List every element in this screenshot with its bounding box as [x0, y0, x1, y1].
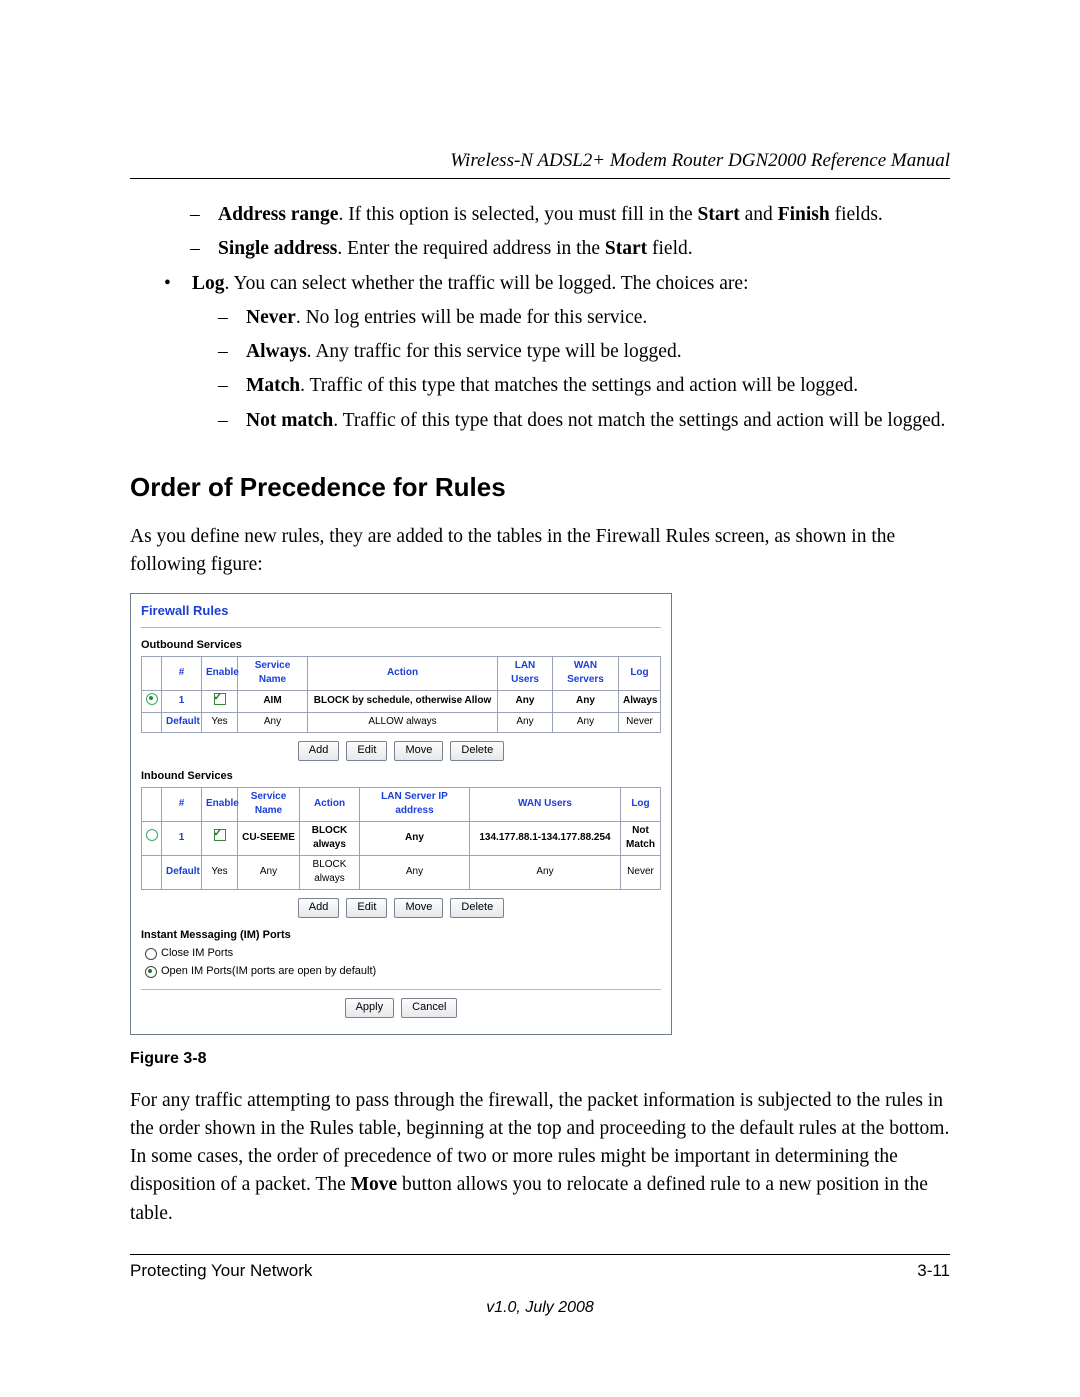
- checkbox-icon: [214, 693, 226, 705]
- im-label: Instant Messaging (IM) Ports: [141, 928, 661, 944]
- row-radio[interactable]: [142, 821, 162, 855]
- header-rule: [130, 178, 950, 179]
- col-log: Log: [619, 656, 661, 690]
- running-header: Wireless-N ADSL2+ Modem Router DGN2000 R…: [130, 150, 950, 172]
- body: Address range. If this option is selecte…: [130, 201, 950, 1228]
- footer: Protecting Your Network 3-11 v1.0, July …: [130, 1254, 950, 1317]
- cancel-button[interactable]: Cancel: [401, 998, 457, 1018]
- col-service: Service Name: [238, 656, 308, 690]
- im-close-option[interactable]: Close IM Ports: [145, 946, 661, 962]
- list-log-options: Never. No log entries will be made for t…: [192, 304, 950, 435]
- row-enable[interactable]: [202, 821, 238, 855]
- footer-version: v1.0, July 2008: [130, 1299, 950, 1317]
- edit-button[interactable]: Edit: [346, 741, 387, 761]
- col-action: Action: [308, 656, 498, 690]
- edit-button[interactable]: Edit: [346, 898, 387, 918]
- row-radio[interactable]: [142, 690, 162, 713]
- inbound-table: # Enable Service Name Action LAN Server …: [141, 787, 661, 890]
- intro-paragraph: As you define new rules, they are added …: [130, 523, 950, 580]
- checkbox-icon: [214, 829, 226, 841]
- section-heading: Order of Precedence for Rules: [130, 469, 950, 507]
- radio-icon: [145, 948, 157, 960]
- outbound-table: # Enable Service Name Action LAN Users W…: [141, 656, 661, 733]
- outbound-label: Outbound Services: [141, 638, 661, 654]
- bottom-paragraph: For any traffic attempting to pass throu…: [130, 1087, 950, 1228]
- im-open-option[interactable]: Open IM Ports(IM ports are open by defau…: [145, 964, 661, 980]
- list-log: Log. You can select whether the traffic …: [130, 270, 950, 435]
- figure-title: Firewall Rules: [141, 602, 661, 628]
- inbound-label: Inbound Services: [141, 769, 661, 785]
- item-always: Always. Any traffic for this service typ…: [218, 338, 950, 366]
- outbound-row-1: 1 AIM BLOCK by schedule, otherwise Allow…: [142, 690, 661, 713]
- outbound-row-default: Default Yes Any ALLOW always Any Any Nev…: [142, 713, 661, 733]
- inbound-row-1: 1 CU-SEEME BLOCK always Any 134.177.88.1…: [142, 821, 661, 855]
- item-log: Log. You can select whether the traffic …: [164, 270, 950, 435]
- inbound-buttons: Add Edit Move Delete: [141, 898, 661, 918]
- add-button[interactable]: Add: [298, 741, 340, 761]
- item-not-match: Not match. Traffic of this type that doe…: [218, 407, 950, 435]
- add-button[interactable]: Add: [298, 898, 340, 918]
- firewall-rules-figure: Firewall Rules Outbound Services # Enabl…: [130, 593, 672, 1035]
- radio-icon: [146, 693, 158, 705]
- delete-button[interactable]: Delete: [450, 898, 504, 918]
- outbound-buttons: Add Edit Move Delete: [141, 741, 661, 761]
- item-match: Match. Traffic of this type that matches…: [218, 372, 950, 400]
- radio-icon: [145, 966, 157, 978]
- apply-cancel-row: Apply Cancel: [141, 998, 661, 1018]
- apply-button[interactable]: Apply: [345, 998, 395, 1018]
- item-single-address: Single address. Enter the required addre…: [190, 235, 950, 263]
- row-enable[interactable]: [202, 690, 238, 713]
- footer-rule: [130, 1254, 950, 1255]
- inbound-header-row: # Enable Service Name Action LAN Server …: [142, 787, 661, 821]
- col-wan: WAN Servers: [553, 656, 619, 690]
- divider: [141, 989, 661, 990]
- col-lan: LAN Users: [498, 656, 553, 690]
- col-enable: Enable: [202, 656, 238, 690]
- item-never: Never. No log entries will be made for t…: [218, 304, 950, 332]
- delete-button[interactable]: Delete: [450, 741, 504, 761]
- sub-list-addresses: Address range. If this option is selecte…: [130, 201, 950, 264]
- figure-caption: Figure 3-8: [130, 1047, 950, 1070]
- radio-icon: [146, 829, 158, 841]
- footer-left: Protecting Your Network: [130, 1261, 312, 1281]
- page: Wireless-N ADSL2+ Modem Router DGN2000 R…: [0, 0, 1080, 1397]
- move-button[interactable]: Move: [394, 898, 443, 918]
- inbound-row-default: Default Yes Any BLOCK always Any Any Nev…: [142, 855, 661, 889]
- footer-right: 3-11: [917, 1261, 950, 1281]
- item-address-range: Address range. If this option is selecte…: [190, 201, 950, 229]
- col-select: [142, 656, 162, 690]
- outbound-header-row: # Enable Service Name Action LAN Users W…: [142, 656, 661, 690]
- move-button[interactable]: Move: [394, 741, 443, 761]
- col-num: #: [162, 656, 202, 690]
